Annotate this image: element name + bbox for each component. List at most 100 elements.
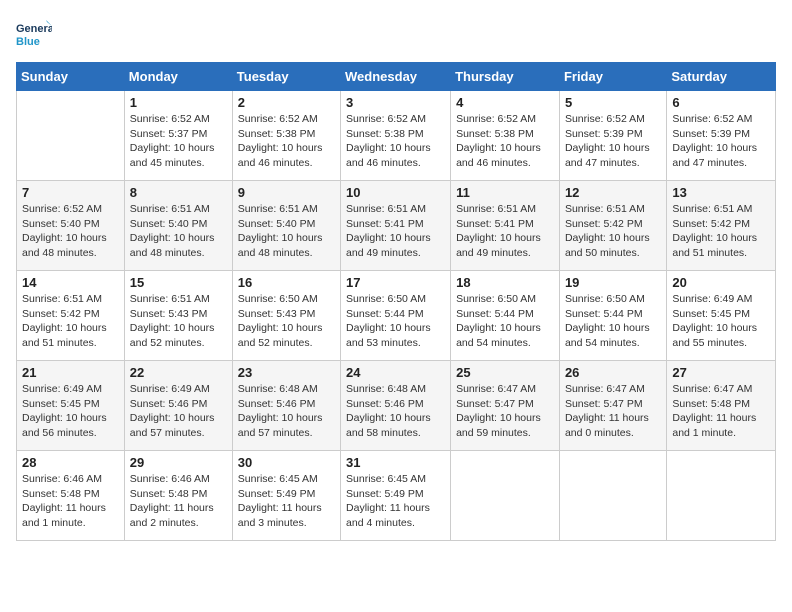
calendar-cell: 12 Sunrise: 6:51 AM Sunset: 5:42 PM Dayli… (559, 181, 666, 271)
calendar-cell: 16 Sunrise: 6:50 AM Sunset: 5:43 PM Dayli… (232, 271, 340, 361)
day-number: 4 (456, 95, 554, 110)
calendar-cell: 9Sunrise: 6:51 AM Sunset: 5:40 PM Daylig… (232, 181, 340, 271)
logo: General Blue (16, 16, 52, 52)
calendar-cell: 25 Sunrise: 6:47 AM Sunset: 5:47 PM Dayli… (451, 361, 560, 451)
day-info: Sunrise: 6:52 AM Sunset: 5:37 PM Dayligh… (130, 112, 227, 171)
day-number: 5 (565, 95, 661, 110)
day-info: Sunrise: 6:52 AM Sunset: 5:39 PM Dayligh… (672, 112, 770, 171)
day-number: 16 (238, 275, 335, 290)
day-info: Sunrise: 6:47 AM Sunset: 5:47 PM Dayligh… (456, 382, 554, 441)
calendar-cell: 15 Sunrise: 6:51 AM Sunset: 5:43 PM Dayli… (124, 271, 232, 361)
day-number: 17 (346, 275, 445, 290)
day-info: Sunrise: 6:49 AM Sunset: 5:45 PM Dayligh… (22, 382, 119, 441)
day-info: Sunrise: 6:51 AM Sunset: 5:42 PM Dayligh… (22, 292, 119, 351)
calendar-cell (17, 91, 125, 181)
calendar-cell: 2 Sunrise: 6:52 AM Sunset: 5:38 PM Daylig… (232, 91, 340, 181)
day-number: 14 (22, 275, 119, 290)
calendar-cell: 23 Sunrise: 6:48 AM Sunset: 5:46 PM Dayli… (232, 361, 340, 451)
header-day-sunday: Sunday (17, 63, 125, 91)
day-info: Sunrise: 6:47 AM Sunset: 5:48 PM Dayligh… (672, 382, 770, 441)
day-number: 8 (130, 185, 227, 200)
day-info: Sunrise: 6:51 AM Sunset: 5:42 PM Dayligh… (565, 202, 661, 261)
calendar-table: SundayMondayTuesdayWednesdayThursdayFrid… (16, 62, 776, 541)
day-info: Sunrise: 6:50 AM Sunset: 5:44 PM Dayligh… (565, 292, 661, 351)
day-number: 7 (22, 185, 119, 200)
header-day-thursday: Thursday (451, 63, 560, 91)
header-day-friday: Friday (559, 63, 666, 91)
day-info: Sunrise: 6:51 AM Sunset: 5:41 PM Dayligh… (456, 202, 554, 261)
header-day-saturday: Saturday (667, 63, 776, 91)
day-number: 19 (565, 275, 661, 290)
day-number: 25 (456, 365, 554, 380)
header-row: SundayMondayTuesdayWednesdayThursdayFrid… (17, 63, 776, 91)
day-info: Sunrise: 6:50 AM Sunset: 5:44 PM Dayligh… (456, 292, 554, 351)
week-row-5: 28Sunrise: 6:46 AM Sunset: 5:48 PM Dayli… (17, 451, 776, 541)
calendar-cell: 13Sunrise: 6:51 AM Sunset: 5:42 PM Dayli… (667, 181, 776, 271)
day-info: Sunrise: 6:51 AM Sunset: 5:43 PM Dayligh… (130, 292, 227, 351)
calendar-cell: 8Sunrise: 6:51 AM Sunset: 5:40 PM Daylig… (124, 181, 232, 271)
calendar-cell: 6 Sunrise: 6:52 AM Sunset: 5:39 PM Daylig… (667, 91, 776, 181)
day-number: 11 (456, 185, 554, 200)
day-info: Sunrise: 6:49 AM Sunset: 5:45 PM Dayligh… (672, 292, 770, 351)
day-number: 12 (565, 185, 661, 200)
day-info: Sunrise: 6:50 AM Sunset: 5:44 PM Dayligh… (346, 292, 445, 351)
day-number: 24 (346, 365, 445, 380)
day-info: Sunrise: 6:46 AM Sunset: 5:48 PM Dayligh… (22, 472, 119, 531)
day-number: 15 (130, 275, 227, 290)
calendar-cell: 26Sunrise: 6:47 AM Sunset: 5:47 PM Dayli… (559, 361, 666, 451)
calendar-cell: 27 Sunrise: 6:47 AM Sunset: 5:48 PM Dayli… (667, 361, 776, 451)
day-number: 21 (22, 365, 119, 380)
logo-bird-icon: General Blue (16, 16, 52, 52)
calendar-cell: 1 Sunrise: 6:52 AM Sunset: 5:37 PM Daylig… (124, 91, 232, 181)
day-info: Sunrise: 6:52 AM Sunset: 5:40 PM Dayligh… (22, 202, 119, 261)
day-info: Sunrise: 6:52 AM Sunset: 5:38 PM Dayligh… (346, 112, 445, 171)
day-info: Sunrise: 6:52 AM Sunset: 5:38 PM Dayligh… (238, 112, 335, 171)
day-info: Sunrise: 6:47 AM Sunset: 5:47 PM Dayligh… (565, 382, 661, 441)
calendar-cell: 30 Sunrise: 6:45 AM Sunset: 5:49 PM Dayli… (232, 451, 340, 541)
day-info: Sunrise: 6:48 AM Sunset: 5:46 PM Dayligh… (346, 382, 445, 441)
day-info: Sunrise: 6:50 AM Sunset: 5:43 PM Dayligh… (238, 292, 335, 351)
calendar-cell: 3 Sunrise: 6:52 AM Sunset: 5:38 PM Daylig… (341, 91, 451, 181)
week-row-3: 14 Sunrise: 6:51 AM Sunset: 5:42 PM Dayli… (17, 271, 776, 361)
day-number: 20 (672, 275, 770, 290)
calendar-cell: 10 Sunrise: 6:51 AM Sunset: 5:41 PM Dayli… (341, 181, 451, 271)
day-info: Sunrise: 6:48 AM Sunset: 5:46 PM Dayligh… (238, 382, 335, 441)
calendar-cell: 5Sunrise: 6:52 AM Sunset: 5:39 PM Daylig… (559, 91, 666, 181)
day-info: Sunrise: 6:51 AM Sunset: 5:42 PM Dayligh… (672, 202, 770, 261)
calendar-cell: 17 Sunrise: 6:50 AM Sunset: 5:44 PM Dayli… (341, 271, 451, 361)
day-number: 3 (346, 95, 445, 110)
day-number: 22 (130, 365, 227, 380)
calendar-cell (559, 451, 666, 541)
day-number: 29 (130, 455, 227, 470)
svg-text:Blue: Blue (16, 36, 40, 48)
calendar-cell: 28Sunrise: 6:46 AM Sunset: 5:48 PM Dayli… (17, 451, 125, 541)
calendar-cell: 22 Sunrise: 6:49 AM Sunset: 5:46 PM Dayli… (124, 361, 232, 451)
day-info: Sunrise: 6:45 AM Sunset: 5:49 PM Dayligh… (346, 472, 445, 531)
day-number: 2 (238, 95, 335, 110)
calendar-cell: 11 Sunrise: 6:51 AM Sunset: 5:41 PM Dayli… (451, 181, 560, 271)
calendar-cell: 4Sunrise: 6:52 AM Sunset: 5:38 PM Daylig… (451, 91, 560, 181)
day-number: 23 (238, 365, 335, 380)
calendar-cell: 19 Sunrise: 6:50 AM Sunset: 5:44 PM Dayli… (559, 271, 666, 361)
calendar-cell: 21 Sunrise: 6:49 AM Sunset: 5:45 PM Dayli… (17, 361, 125, 451)
page-header: General Blue (16, 16, 776, 52)
calendar-cell: 31Sunrise: 6:45 AM Sunset: 5:49 PM Dayli… (341, 451, 451, 541)
week-row-1: 1 Sunrise: 6:52 AM Sunset: 5:37 PM Daylig… (17, 91, 776, 181)
day-info: Sunrise: 6:51 AM Sunset: 5:40 PM Dayligh… (238, 202, 335, 261)
day-info: Sunrise: 6:49 AM Sunset: 5:46 PM Dayligh… (130, 382, 227, 441)
day-number: 6 (672, 95, 770, 110)
day-number: 30 (238, 455, 335, 470)
day-number: 1 (130, 95, 227, 110)
calendar-cell: 18 Sunrise: 6:50 AM Sunset: 5:44 PM Dayli… (451, 271, 560, 361)
header-day-tuesday: Tuesday (232, 63, 340, 91)
day-number: 18 (456, 275, 554, 290)
calendar-cell: 29 Sunrise: 6:46 AM Sunset: 5:48 PM Dayli… (124, 451, 232, 541)
week-row-4: 21 Sunrise: 6:49 AM Sunset: 5:45 PM Dayli… (17, 361, 776, 451)
day-info: Sunrise: 6:45 AM Sunset: 5:49 PM Dayligh… (238, 472, 335, 531)
day-info: Sunrise: 6:46 AM Sunset: 5:48 PM Dayligh… (130, 472, 227, 531)
day-number: 27 (672, 365, 770, 380)
day-number: 10 (346, 185, 445, 200)
calendar-cell: 7 Sunrise: 6:52 AM Sunset: 5:40 PM Daylig… (17, 181, 125, 271)
week-row-2: 7 Sunrise: 6:52 AM Sunset: 5:40 PM Daylig… (17, 181, 776, 271)
day-info: Sunrise: 6:51 AM Sunset: 5:41 PM Dayligh… (346, 202, 445, 261)
